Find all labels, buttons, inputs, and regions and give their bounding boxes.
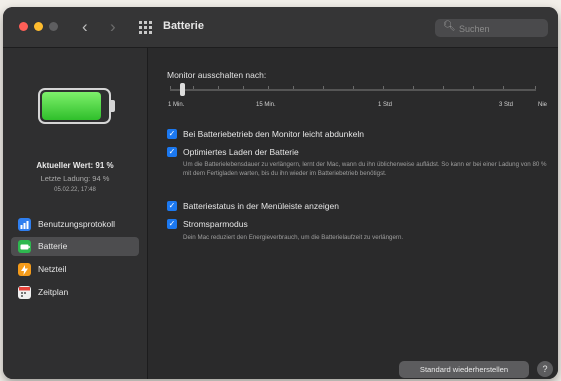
calendar-icon: [18, 286, 31, 299]
battery-level-fill: [42, 92, 102, 120]
minimize-window-button[interactable]: [34, 22, 43, 31]
power-adapter-icon: [18, 263, 31, 276]
slider-label-1min: 1 Min.: [168, 102, 185, 108]
sidebar-item-netzteil[interactable]: Netzteil: [11, 260, 139, 279]
show-all-grid-icon[interactable]: [139, 21, 152, 34]
sidebar-item-label: Batterie: [38, 241, 68, 251]
sidebar-item-label: Zeitplan: [38, 287, 69, 297]
low-power-mode-label: Stromsparmodus: [183, 219, 248, 229]
menu-bar-status-checkbox[interactable]: ✓: [167, 201, 177, 211]
preferences-window: ‹ › Batterie 🔍︎ Aktueller Wert: 91 % Let…: [3, 7, 558, 379]
search-input[interactable]: [457, 20, 546, 37]
slider-thumb[interactable]: [180, 83, 185, 96]
optimized-charging-description: Um die Batterielebensdauer zu verlängern…: [183, 161, 547, 177]
sidebar-item-batterie[interactable]: Batterie: [11, 237, 139, 256]
restore-defaults-button[interactable]: Standard wiederherstellen: [399, 361, 529, 378]
title-bar: ‹ › Batterie 🔍︎: [3, 7, 558, 48]
battery-status-icon: [38, 88, 115, 124]
window-title: Batterie: [163, 20, 204, 32]
optimized-charging-checkbox[interactable]: ✓: [167, 147, 177, 157]
zoom-window-button[interactable]: [49, 22, 58, 31]
slider-label-1std: 1 Std: [378, 102, 393, 108]
close-window-button[interactable]: [19, 22, 28, 31]
sidebar-item-benutzungsprotokoll[interactable]: Benutzungsprotokoll: [11, 215, 139, 234]
search-field[interactable]: 🔍︎: [435, 19, 548, 37]
optimized-charging-label: Optimiertes Laden der Batterie: [183, 147, 299, 157]
monitor-off-slider[interactable]: [170, 89, 536, 91]
slider-label-15min: 15 Min.: [256, 102, 276, 108]
forward-button[interactable]: ›: [110, 17, 116, 37]
back-button[interactable]: ‹: [82, 17, 88, 37]
sidebar-item-label: Netzteil: [38, 264, 67, 274]
dim-display-checkbox[interactable]: ✓: [167, 129, 177, 139]
menu-bar-status-label: Batteriestatus in der Menüleiste anzeige…: [183, 201, 339, 211]
last-charge-time: 05.02.22, 17:48: [54, 187, 96, 193]
search-icon: 🔍︎: [443, 21, 456, 32]
sidebar-item-label: Benutzungsprotokoll: [38, 219, 116, 229]
current-charge-text: Aktueller Wert: 91 %: [36, 161, 114, 170]
monitor-off-label: Monitor ausschalten nach:: [167, 70, 267, 80]
dim-display-label: Bei Batteriebetrieb den Monitor leicht a…: [183, 129, 364, 139]
slider-label-3std: 3 Std: [499, 102, 514, 108]
battery-settings-panel: Monitor ausschalten nach: 1 Min. 15 Min.…: [148, 48, 558, 379]
low-power-mode-description: Dein Mac reduziert den Energieverbrauch,…: [183, 234, 404, 241]
chart-icon: [18, 218, 31, 231]
sidebar-item-zeitplan[interactable]: Zeitplan: [11, 283, 139, 302]
last-charge-text: Letzte Ladung: 94 %: [40, 174, 110, 183]
slider-label-nie: Nie: [538, 102, 548, 108]
help-button[interactable]: ?: [537, 361, 553, 377]
battery-icon: [18, 240, 31, 253]
sidebar: Aktueller Wert: 91 % Letzte Ladung: 94 %…: [3, 48, 148, 379]
low-power-mode-checkbox[interactable]: ✓: [167, 219, 177, 229]
